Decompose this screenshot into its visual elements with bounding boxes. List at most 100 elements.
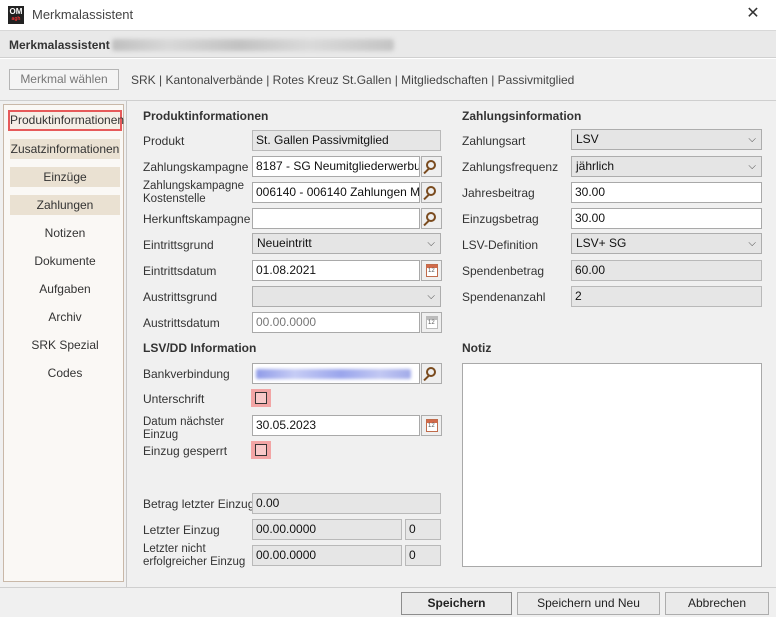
datum-calendar-button[interactable] — [421, 415, 442, 436]
lsv-definition-select[interactable]: LSV+ SG ⌵ — [571, 233, 762, 254]
datum-naechster-einzug-label: Datum nächster Einzug — [143, 416, 224, 442]
chevron-down-icon: ⌵ — [427, 291, 435, 302]
letzter-einzug-label: Letzter Einzug — [143, 523, 220, 537]
einzugsbetrag-field[interactable]: 30.00 — [571, 208, 762, 229]
footer-bar: Speichern Speichern und Neu Abbrechen — [0, 587, 776, 617]
bankverbindung-search-button[interactable] — [421, 363, 442, 384]
datum-naechster-einzug-field[interactable]: 30.05.2023 — [252, 415, 420, 436]
header-bar: Merkmalassistent — [0, 30, 776, 58]
calendar-icon — [426, 264, 438, 277]
save-button[interactable]: Speichern — [401, 592, 512, 615]
sidebar-item-srk-spezial[interactable]: SRK Spezial — [10, 335, 120, 355]
save-and-new-button[interactable]: Speichern und Neu — [517, 592, 660, 615]
cancel-button[interactable]: Abbrechen — [665, 592, 769, 615]
spendenbetrag-field: 60.00 — [571, 260, 762, 281]
redacted-header-info — [112, 39, 394, 51]
nicht-label-line2: erfolgreicher Einzug — [143, 556, 246, 568]
section-title-lsv: LSV/DD Information — [143, 341, 257, 355]
sidebar-item-dokumente[interactable]: Dokumente — [10, 251, 120, 271]
eintrittsdatum-label: Eintrittsdatum — [143, 264, 217, 278]
kostenstelle-label: Zahlungskampagne Kostenstelle — [143, 180, 244, 206]
austrittsdatum-field[interactable]: 00.00.0000 — [252, 312, 420, 333]
app-logo: OM agh — [8, 6, 24, 24]
notiz-textarea[interactable] — [462, 363, 762, 567]
austrittsgrund-select[interactable]: ⌵ — [252, 286, 441, 307]
einzug-gesperrt-label: Einzug gesperrt — [143, 444, 228, 458]
austrittsdatum-calendar-button[interactable] — [421, 312, 442, 333]
herkunftskampagne-search-button[interactable] — [421, 208, 442, 229]
betrag-letzter-einzug-label: Betrag letzter Einzug — [143, 497, 255, 511]
spendenbetrag-label: Spendenbetrag — [462, 264, 545, 278]
eintrittsgrund-value: Neueintritt — [257, 236, 312, 250]
kostenstelle-label-line1: Zahlungskampagne — [143, 180, 245, 192]
chevron-down-icon: ⌵ — [748, 134, 756, 145]
herkunftskampagne-label: Herkunftskampagne — [143, 212, 251, 226]
main-panel: Produktinformationen Produkt St. Gallen … — [127, 101, 776, 587]
kostenstelle-search-button[interactable] — [421, 182, 442, 203]
search-icon — [426, 367, 436, 377]
zahlungsfrequenz-value: jährlich — [576, 159, 615, 173]
sidebar-item-zahlungen[interactable]: Zahlungen — [10, 195, 120, 215]
produkt-field: St. Gallen Passivmitglied — [252, 130, 441, 151]
app-logo-text: OM — [9, 7, 23, 16]
zahlungskampagne-search-button[interactable] — [421, 156, 442, 177]
unterschrift-checkbox[interactable] — [251, 389, 271, 407]
calendar-icon — [426, 419, 438, 432]
section-title-notiz: Notiz — [462, 341, 492, 355]
header-title: Merkmalassistent — [9, 38, 110, 52]
bankverbindung-field[interactable] — [252, 363, 420, 384]
sidebar-item-codes[interactable]: Codes — [10, 363, 120, 383]
chevron-down-icon: ⌵ — [427, 238, 435, 249]
zahlungskampagne-label: Zahlungskampagne — [143, 160, 249, 174]
herkunftskampagne-field[interactable] — [252, 208, 420, 229]
close-icon[interactable]: ✕ — [740, 3, 766, 25]
bankverbindung-label: Bankverbindung — [143, 367, 230, 381]
einzugsbetrag-label: Einzugsbetrag — [462, 212, 539, 226]
jahresbeitrag-field[interactable]: 30.00 — [571, 182, 762, 203]
sidebar-item-produktinformationen[interactable]: Produktinformationen — [8, 110, 124, 131]
letzter-einzug-field: 00.00.0000 — [252, 519, 402, 540]
kostenstelle-label-line2: Kostenstelle — [143, 193, 206, 205]
lsv-definition-label: LSV-Definition — [462, 238, 539, 252]
spendenanzahl-field: 2 — [571, 286, 762, 307]
spendenanzahl-label: Spendenanzahl — [462, 290, 546, 304]
eintrittsgrund-label: Eintrittsgrund — [143, 238, 214, 252]
zahlungsart-value: LSV — [576, 132, 599, 146]
betrag-letzter-einzug-field: 0.00 — [252, 493, 441, 514]
eintrittsdatum-calendar-button[interactable] — [421, 260, 442, 281]
sidebar-item-zusatzinformationen[interactable]: Zusatzinformationen — [10, 139, 120, 159]
austrittsgrund-label: Austrittsgrund — [143, 290, 218, 304]
sidebar-item-archiv[interactable]: Archiv — [10, 307, 120, 327]
sidebar: Produktinformationen Zusatzinformationen… — [0, 101, 127, 587]
lsv-definition-value: LSV+ SG — [576, 236, 627, 250]
app-logo-sub: agh — [11, 16, 21, 22]
zahlungsfrequenz-select[interactable]: jährlich ⌵ — [571, 156, 762, 177]
search-icon — [426, 160, 436, 170]
zahlungsart-select[interactable]: LSV ⌵ — [571, 129, 762, 150]
sidebar-item-aufgaben[interactable]: Aufgaben — [10, 279, 120, 299]
eintrittsgrund-select[interactable]: Neueintritt ⌵ — [252, 233, 441, 254]
sidebar-item-notizen[interactable]: Notizen — [10, 223, 120, 243]
checkbox-box — [255, 444, 267, 456]
title-bar: OM agh Merkmalassistent ✕ — [0, 0, 776, 30]
breadcrumb: SRK | Kantonalverbände | Rotes Kreuz St.… — [131, 73, 575, 87]
section-title-produktinformationen: Produktinformationen — [143, 109, 269, 123]
sidebar-nav: Produktinformationen Zusatzinformationen… — [3, 104, 124, 582]
eintrittsdatum-field[interactable]: 01.08.2021 — [252, 260, 420, 281]
letzter-einzug-count: 0 — [405, 519, 441, 540]
calendar-icon — [426, 316, 438, 329]
search-icon — [426, 212, 436, 222]
einzug-gesperrt-checkbox[interactable] — [251, 441, 271, 459]
toolbar: Merkmal wählen SRK | Kantonalverbände | … — [0, 59, 776, 101]
window-title: Merkmalassistent — [32, 7, 134, 22]
letzter-nicht-erfolgreicher-field: 00.00.0000 — [252, 545, 402, 566]
kostenstelle-field[interactable]: 006140 - 006140 Zahlungen Mitg — [252, 182, 420, 203]
chevron-down-icon: ⌵ — [748, 161, 756, 172]
merkmal-waehlen-button[interactable]: Merkmal wählen — [9, 69, 119, 90]
datum-label-line1: Datum nächster — [143, 416, 225, 428]
datum-label-line2: Einzug — [143, 429, 179, 441]
sidebar-item-einzuege[interactable]: Einzüge — [10, 167, 120, 187]
zahlungskampagne-field[interactable]: 8187 - SG Neumitgliederwerbung W — [252, 156, 420, 177]
zahlungsfrequenz-label: Zahlungsfrequenz — [462, 160, 559, 174]
redacted-bank-account — [256, 369, 411, 379]
